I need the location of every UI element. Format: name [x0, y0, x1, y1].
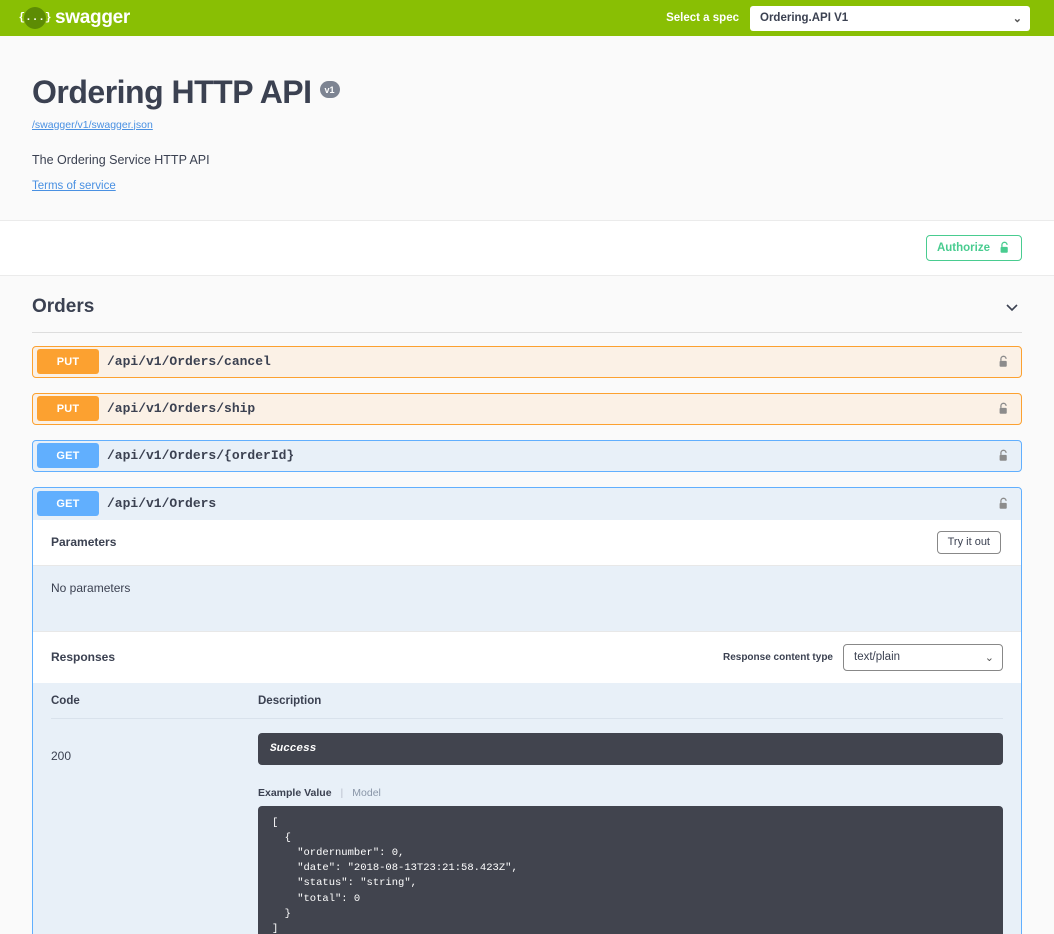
- spec-selector-group: Select a spec Ordering.API V1 ⌄: [666, 6, 1030, 31]
- operation-lock[interactable]: [997, 354, 1010, 369]
- operation-path: /api/v1/Orders: [107, 496, 216, 511]
- column-header-description: Description: [258, 695, 1003, 707]
- no-parameters-message: No parameters: [33, 566, 1021, 631]
- responses-header: Responses Response content type text/pla…: [33, 631, 1021, 683]
- operation-path: /api/v1/Orders/cancel: [107, 354, 271, 369]
- example-value-code[interactable]: [ { "ordernumber": 0, "date": "2018-08-1…: [258, 806, 1003, 934]
- operation-get-orders: GET /api/v1/Orders Parameters Try it out: [32, 487, 1022, 934]
- operation-summary[interactable]: GET /api/v1/Orders/{orderId}: [32, 440, 1022, 472]
- responses-title: Responses: [51, 650, 115, 664]
- spec-json-link[interactable]: /swagger/v1/swagger.json: [32, 119, 153, 131]
- topbar: {...} swagger Select a spec Ordering.API…: [0, 0, 1054, 36]
- operation-path: /api/v1/Orders/ship: [107, 401, 255, 416]
- operation-summary[interactable]: PUT /api/v1/Orders/ship: [32, 393, 1022, 425]
- authorize-label: Authorize: [937, 242, 990, 254]
- swagger-logo-text: swagger: [55, 7, 130, 29]
- operation-row: GET /api/v1/Orders/{orderId}: [32, 440, 1022, 472]
- unlock-icon: [997, 401, 1010, 416]
- authorize-button[interactable]: Authorize: [926, 235, 1022, 261]
- tab-example-value[interactable]: Example Value: [258, 787, 332, 799]
- operation-lock[interactable]: [997, 448, 1010, 463]
- operation-row: PUT /api/v1/Orders/ship: [32, 393, 1022, 425]
- select-a-spec-label: Select a spec: [666, 12, 739, 24]
- terms-of-service-link[interactable]: Terms of service: [32, 180, 116, 192]
- swagger-brace-icon: {...}: [24, 7, 46, 29]
- chevron-down-icon: ⌄: [1013, 12, 1022, 25]
- tab-model[interactable]: Model: [352, 787, 381, 799]
- try-it-out-button[interactable]: Try it out: [937, 531, 1001, 554]
- auth-bar: Authorize: [0, 221, 1054, 276]
- page-title: Ordering HTTP API: [32, 76, 312, 110]
- unlock-icon: [997, 354, 1010, 369]
- operation-body: Parameters Try it out No parameters Resp…: [33, 520, 1021, 934]
- title-row: Ordering HTTP API v1: [32, 76, 1022, 110]
- api-info: Ordering HTTP API v1 /swagger/v1/swagger…: [0, 36, 1054, 221]
- operation-summary[interactable]: PUT /api/v1/Orders/cancel: [32, 346, 1022, 378]
- method-badge: PUT: [37, 349, 99, 374]
- response-detail: Success Example Value | Model [ { "order…: [258, 733, 1003, 934]
- tab-divider: |: [341, 787, 344, 799]
- column-header-code: Code: [51, 695, 258, 707]
- spec-select[interactable]: Ordering.API V1 ⌄: [750, 6, 1030, 31]
- operations-list: PUT /api/v1/Orders/cancel PUT /api/v1/Or…: [32, 333, 1022, 934]
- unlock-icon: [997, 496, 1010, 511]
- operation-put-ship[interactable]: PUT /api/v1/Orders/ship: [32, 393, 1022, 425]
- parameters-header: Parameters Try it out: [33, 520, 1021, 566]
- response-content-type-value: text/plain: [854, 651, 900, 663]
- response-description: Success: [258, 733, 1003, 765]
- response-content-type-select[interactable]: text/plain ⌄: [843, 644, 1003, 671]
- response-content-type-label: Response content type: [723, 652, 833, 663]
- operation-row: GET /api/v1/Orders Parameters Try it out: [32, 487, 1022, 934]
- operation-lock[interactable]: [997, 401, 1010, 416]
- responses-table-header: Code Description: [51, 683, 1003, 719]
- response-code: 200: [51, 733, 258, 934]
- version-badge: v1: [320, 81, 340, 98]
- tag-title: Orders: [32, 296, 94, 318]
- method-badge: GET: [37, 491, 99, 516]
- api-description: The Ordering Service HTTP API: [32, 153, 1022, 167]
- example-tabs: Example Value | Model: [258, 787, 1003, 799]
- operation-lock[interactable]: [997, 496, 1010, 511]
- unlock-icon: [998, 240, 1011, 255]
- chevron-down-icon[interactable]: [1002, 297, 1022, 317]
- parameters-title: Parameters: [51, 535, 116, 549]
- table-row: 200 Success Example Value | Model [ { "o…: [51, 719, 1003, 934]
- chevron-down-icon: ⌄: [985, 651, 994, 664]
- swagger-logo[interactable]: {...} swagger: [24, 7, 130, 29]
- operation-summary[interactable]: GET /api/v1/Orders: [33, 488, 1021, 520]
- responses-table: Code Description 200 Success Example Val…: [33, 683, 1021, 934]
- unlock-icon: [997, 448, 1010, 463]
- operation-path: /api/v1/Orders/{orderId}: [107, 448, 294, 463]
- tag-section-orders: Orders PUT /api/v1/Orders/cancel: [0, 276, 1054, 934]
- operation-get-order-by-id[interactable]: GET /api/v1/Orders/{orderId}: [32, 440, 1022, 472]
- operation-row: PUT /api/v1/Orders/cancel: [32, 346, 1022, 378]
- spec-select-value: Ordering.API V1: [760, 12, 848, 24]
- operation-put-cancel[interactable]: PUT /api/v1/Orders/cancel: [32, 346, 1022, 378]
- method-badge: GET: [37, 443, 99, 468]
- tag-header-orders[interactable]: Orders: [32, 288, 1022, 333]
- method-badge: PUT: [37, 396, 99, 421]
